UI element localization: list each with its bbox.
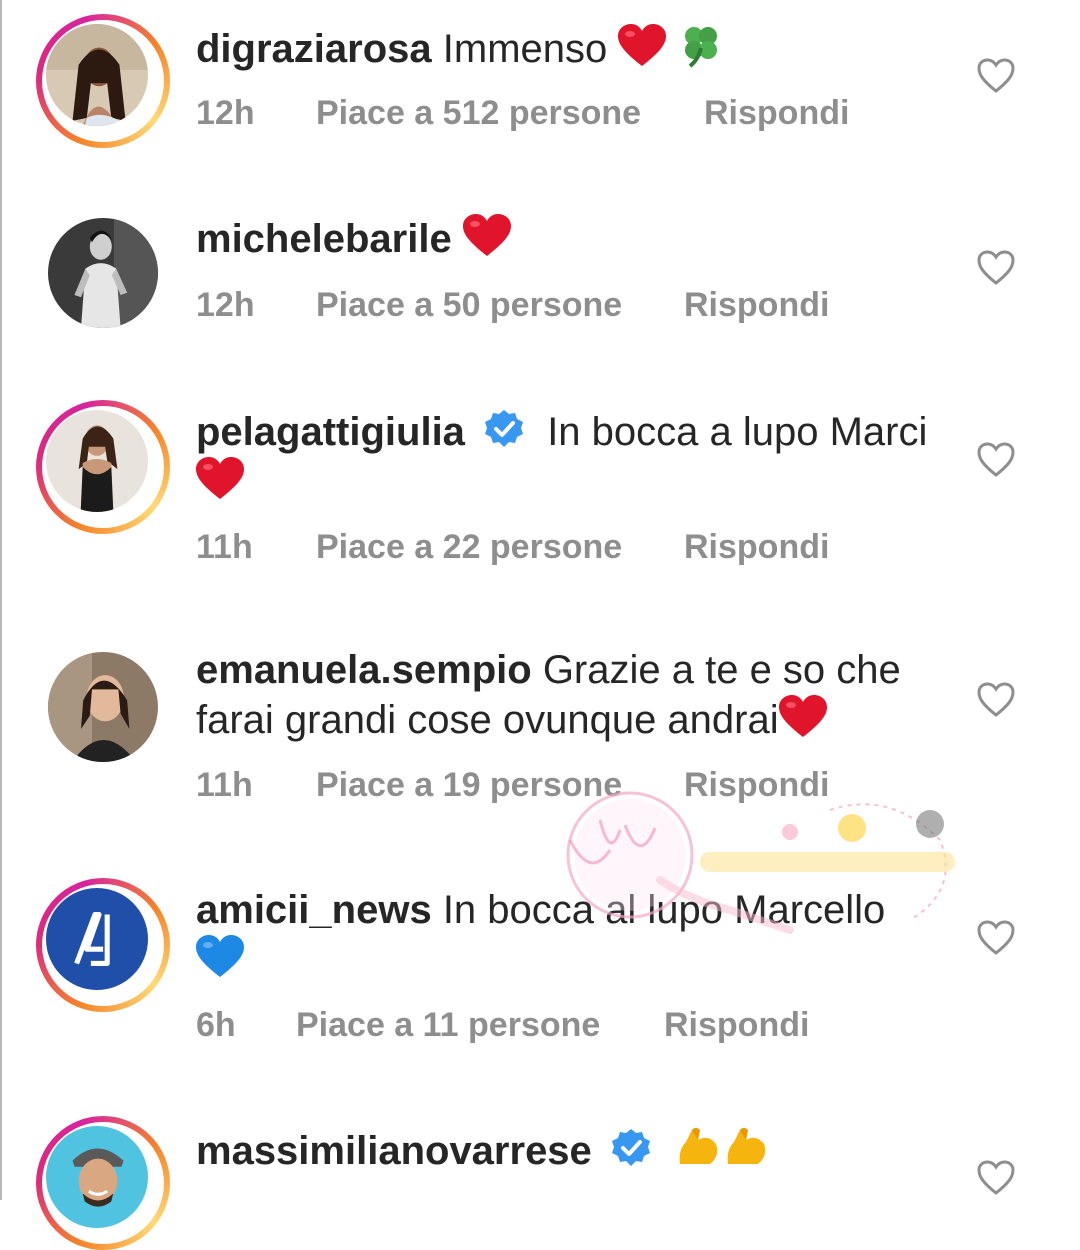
avatar[interactable] bbox=[36, 14, 170, 148]
heart-outline-icon[interactable] bbox=[976, 248, 1016, 288]
comment-text: michelebarile bbox=[196, 214, 956, 264]
comment-username[interactable]: amicii_news bbox=[196, 888, 432, 932]
comment-username[interactable]: pelagattigiulia bbox=[196, 410, 465, 454]
reply-button[interactable]: Rispondi bbox=[684, 286, 829, 325]
avatar[interactable] bbox=[36, 1116, 170, 1250]
red-heart-emoji bbox=[196, 457, 244, 499]
comment-time: 12h bbox=[196, 94, 255, 132]
comment-likes[interactable]: Piace a 19 persone bbox=[316, 766, 622, 805]
red-heart-emoji bbox=[778, 695, 827, 737]
comment-text: amicii_news In bocca al lupo Marcello bbox=[196, 886, 956, 985]
reply-button[interactable]: Rispondi bbox=[684, 528, 829, 567]
comment-username[interactable]: michelebarile bbox=[196, 217, 452, 261]
four-leaf-clover-emoji bbox=[684, 27, 717, 68]
comment-time: 11h bbox=[196, 766, 253, 804]
avatar[interactable] bbox=[36, 206, 170, 340]
heart-outline-icon[interactable] bbox=[976, 56, 1016, 96]
comment-likes[interactable]: Piace a 512 persone bbox=[316, 94, 641, 133]
comment-text: pelagattigiulia In bocca a lupo Marci bbox=[196, 408, 956, 507]
comment-text: digraziarosa Immenso bbox=[196, 22, 956, 74]
reply-button[interactable]: Rispondi bbox=[684, 766, 829, 805]
verified-badge-icon bbox=[611, 1129, 650, 1166]
heart-outline-icon[interactable] bbox=[976, 1158, 1016, 1198]
comment-likes[interactable]: Piace a 22 persone bbox=[316, 528, 622, 567]
comment-body: In bocca al lupo Marcello bbox=[442, 888, 886, 932]
comment-text: emanuela.sempio Grazie a te e so che far… bbox=[196, 646, 956, 745]
comment-body: In bocca a lupo Marci bbox=[547, 410, 928, 454]
comment-time: 6h bbox=[196, 1006, 236, 1044]
comment-text: massimilianovarrese bbox=[196, 1124, 956, 1176]
comment-username[interactable]: emanuela.sempio bbox=[196, 648, 532, 692]
reply-button[interactable]: Rispondi bbox=[704, 94, 849, 133]
comment-likes[interactable]: Piace a 50 persone bbox=[316, 286, 622, 325]
comment-username[interactable]: digraziarosa bbox=[196, 27, 432, 71]
comment-time: 11h bbox=[196, 528, 253, 566]
flexed-biceps-emoji bbox=[727, 1128, 766, 1164]
red-heart-emoji bbox=[462, 214, 511, 256]
reply-button[interactable]: Rispondi bbox=[664, 1006, 809, 1045]
comment-body: Immenso bbox=[442, 27, 608, 71]
heart-outline-icon[interactable] bbox=[976, 918, 1016, 958]
avatar[interactable] bbox=[36, 640, 170, 774]
comment-username[interactable]: massimilianovarrese bbox=[196, 1129, 592, 1173]
heart-outline-icon[interactable] bbox=[976, 680, 1016, 720]
verified-badge-icon bbox=[485, 410, 524, 447]
avatar[interactable] bbox=[36, 400, 170, 534]
amicii-news-logo bbox=[46, 888, 148, 990]
left-edge-line bbox=[0, 0, 2, 1200]
red-heart-emoji bbox=[618, 24, 667, 66]
heart-outline-icon[interactable] bbox=[976, 440, 1016, 480]
comment-time: 12h bbox=[196, 286, 255, 324]
blue-heart-emoji bbox=[196, 935, 244, 977]
comment-likes[interactable]: Piace a 11 persone bbox=[296, 1006, 600, 1045]
flexed-biceps-emoji bbox=[679, 1128, 718, 1164]
avatar[interactable] bbox=[36, 878, 170, 1012]
